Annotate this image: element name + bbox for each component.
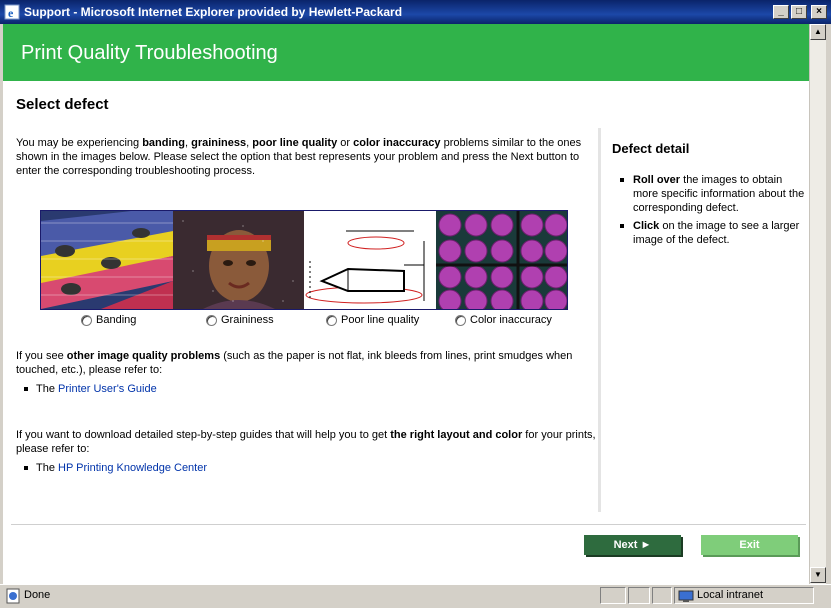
panel-divider <box>598 128 601 512</box>
printer-users-guide-link[interactable]: Printer User's Guide <box>58 383 157 395</box>
intro-text: You may be experiencing banding, grainin… <box>16 137 582 177</box>
knowledge-center-link[interactable]: HP Printing Knowledge Center <box>58 462 207 474</box>
defect-image-strip <box>40 210 568 310</box>
bullet-icon <box>24 387 28 392</box>
header-banner: Print Quality Troubleshooting <box>3 24 809 81</box>
bullet-icon <box>620 224 624 228</box>
exit-button[interactable]: Exit <box>701 535 798 555</box>
color-inaccuracy-image[interactable] <box>435 211 567 309</box>
svg-text:e: e <box>8 6 14 20</box>
poor-line-quality-image[interactable] <box>304 211 436 309</box>
ie-icon: e <box>4 4 20 20</box>
other-problems-text: If you see other image quality problems … <box>16 350 573 376</box>
maximize-button[interactable]: □ <box>791 5 807 19</box>
color-inaccuracy-radio[interactable] <box>455 314 466 326</box>
close-button[interactable]: × <box>811 5 827 19</box>
graininess-label: Graininess <box>221 314 274 326</box>
bullet-icon <box>620 178 624 182</box>
status-cell <box>628 587 650 604</box>
list-item-user-guide: The Printer User's Guide <box>24 383 157 395</box>
list-item: Click on the image to see a larger image… <box>620 219 805 247</box>
defect-option-poor-line-quality[interactable]: Poor line quality <box>326 314 419 326</box>
vertical-scrollbar[interactable]: ▲ ▼ <box>809 24 826 584</box>
footer-divider <box>11 524 806 525</box>
window-title: Support - Microsoft Internet Explorer pr… <box>24 5 403 19</box>
banding-radio[interactable] <box>81 314 92 326</box>
banner-title: Print Quality Troubleshooting <box>21 42 278 64</box>
download-guides-text: If you want to download detailed step-by… <box>16 429 596 455</box>
security-zone-text: Local intranet <box>697 589 764 601</box>
page-title: Select defect <box>16 96 109 113</box>
next-button[interactable]: Next ► <box>584 535 681 555</box>
defect-detail-title: Defect detail <box>612 141 690 156</box>
status-bar: Done Local intranet <box>0 584 831 608</box>
graininess-image[interactable] <box>172 211 304 309</box>
defect-option-banding[interactable]: Banding <box>81 314 136 326</box>
graininess-radio[interactable] <box>206 314 217 326</box>
status-cell <box>600 587 626 604</box>
color-inaccuracy-label: Color inaccuracy <box>470 314 552 326</box>
poor-line-quality-radio[interactable] <box>326 314 337 326</box>
defect-option-color-inaccuracy[interactable]: Color inaccuracy <box>455 314 552 326</box>
poor-line-quality-label: Poor line quality <box>341 314 420 326</box>
banding-label: Banding <box>96 314 137 326</box>
page-content: Print Quality Troubleshooting Select def… <box>3 24 809 584</box>
minimize-button[interactable]: _ <box>773 5 789 19</box>
list-item-knowledge-center: The HP Printing Knowledge Center <box>24 462 207 474</box>
scroll-up-button[interactable]: ▲ <box>810 24 826 40</box>
defect-detail-list: Roll over the images to obtain more spec… <box>620 173 805 251</box>
defect-option-graininess[interactable]: Graininess <box>206 314 274 326</box>
status-text: Done <box>24 589 51 601</box>
list-item: Roll over the images to obtain more spec… <box>620 173 805 215</box>
scroll-down-button[interactable]: ▼ <box>810 567 826 583</box>
title-bar: e Support - Microsoft Internet Explorer … <box>0 0 831 24</box>
status-cell <box>652 587 672 604</box>
page-icon <box>6 588 20 604</box>
banding-image[interactable] <box>41 211 173 309</box>
intranet-icon <box>678 590 694 602</box>
bullet-icon <box>24 466 28 471</box>
